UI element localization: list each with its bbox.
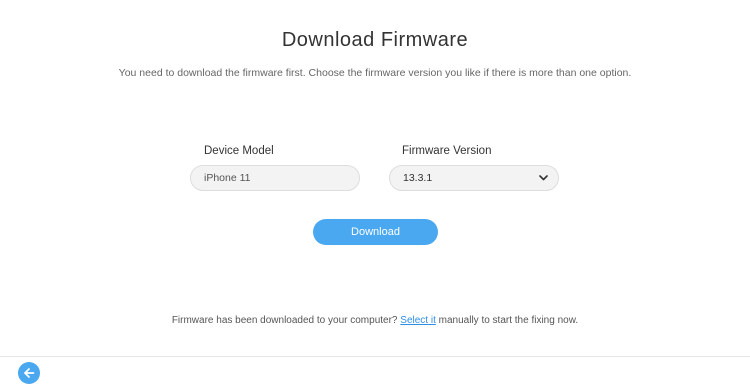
arrow-left-icon: [23, 367, 35, 379]
firmware-version-label: Firmware Version: [402, 145, 492, 157]
footer-note: Firmware has been downloaded to your com…: [0, 315, 750, 326]
select-it-link[interactable]: Select it: [400, 315, 436, 326]
page-title: Download Firmware: [281, 29, 469, 51]
back-button[interactable]: [18, 362, 40, 384]
device-model-field: iPhone 11: [190, 165, 360, 191]
page-subtitle: You need to download the firmware first.…: [118, 67, 632, 79]
device-model-value: iPhone 11: [204, 172, 251, 184]
firmware-version-select[interactable]: 13.3.1: [389, 165, 559, 191]
footer-note-prefix: Firmware has been downloaded to your com…: [171, 315, 398, 326]
footer-note-suffix: manually to start the fixing now.: [438, 315, 579, 326]
device-model-label: Device Model: [204, 145, 274, 157]
chevron-down-icon: [538, 167, 548, 189]
download-button[interactable]: Download: [313, 219, 438, 245]
firmware-version-value: 13.3.1: [403, 172, 433, 184]
footer-divider: [0, 356, 750, 357]
